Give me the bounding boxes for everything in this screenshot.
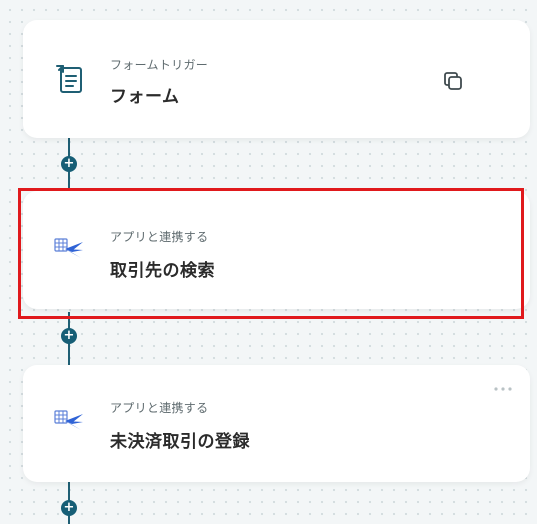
step-title: 未決済取引の登録: [110, 432, 250, 452]
flow-step-card-form-trigger[interactable]: フォームトリガー フォーム: [23, 20, 530, 138]
copy-icon[interactable]: [441, 69, 465, 93]
step-title: フォーム: [110, 87, 180, 107]
add-step-button[interactable]: +: [61, 500, 77, 516]
form-icon: [53, 62, 87, 96]
add-step-button[interactable]: +: [61, 328, 77, 344]
step-type-label: アプリと連携する: [110, 401, 209, 415]
step-title: 取引先の検索: [110, 261, 215, 281]
step-type-label: アプリと連携する: [110, 230, 209, 244]
app-integration-icon: [53, 406, 87, 440]
app-integration-icon: [53, 234, 87, 268]
flow-step-card-search-partner[interactable]: アプリと連携する 取引先の検索: [23, 191, 530, 309]
flow-step-card-register-unsettled[interactable]: アプリと連携する 未決済取引の登録: [23, 365, 530, 482]
more-options-icon[interactable]: [492, 378, 514, 391]
add-step-button[interactable]: +: [61, 156, 77, 172]
step-type-label: フォームトリガー: [110, 58, 209, 72]
